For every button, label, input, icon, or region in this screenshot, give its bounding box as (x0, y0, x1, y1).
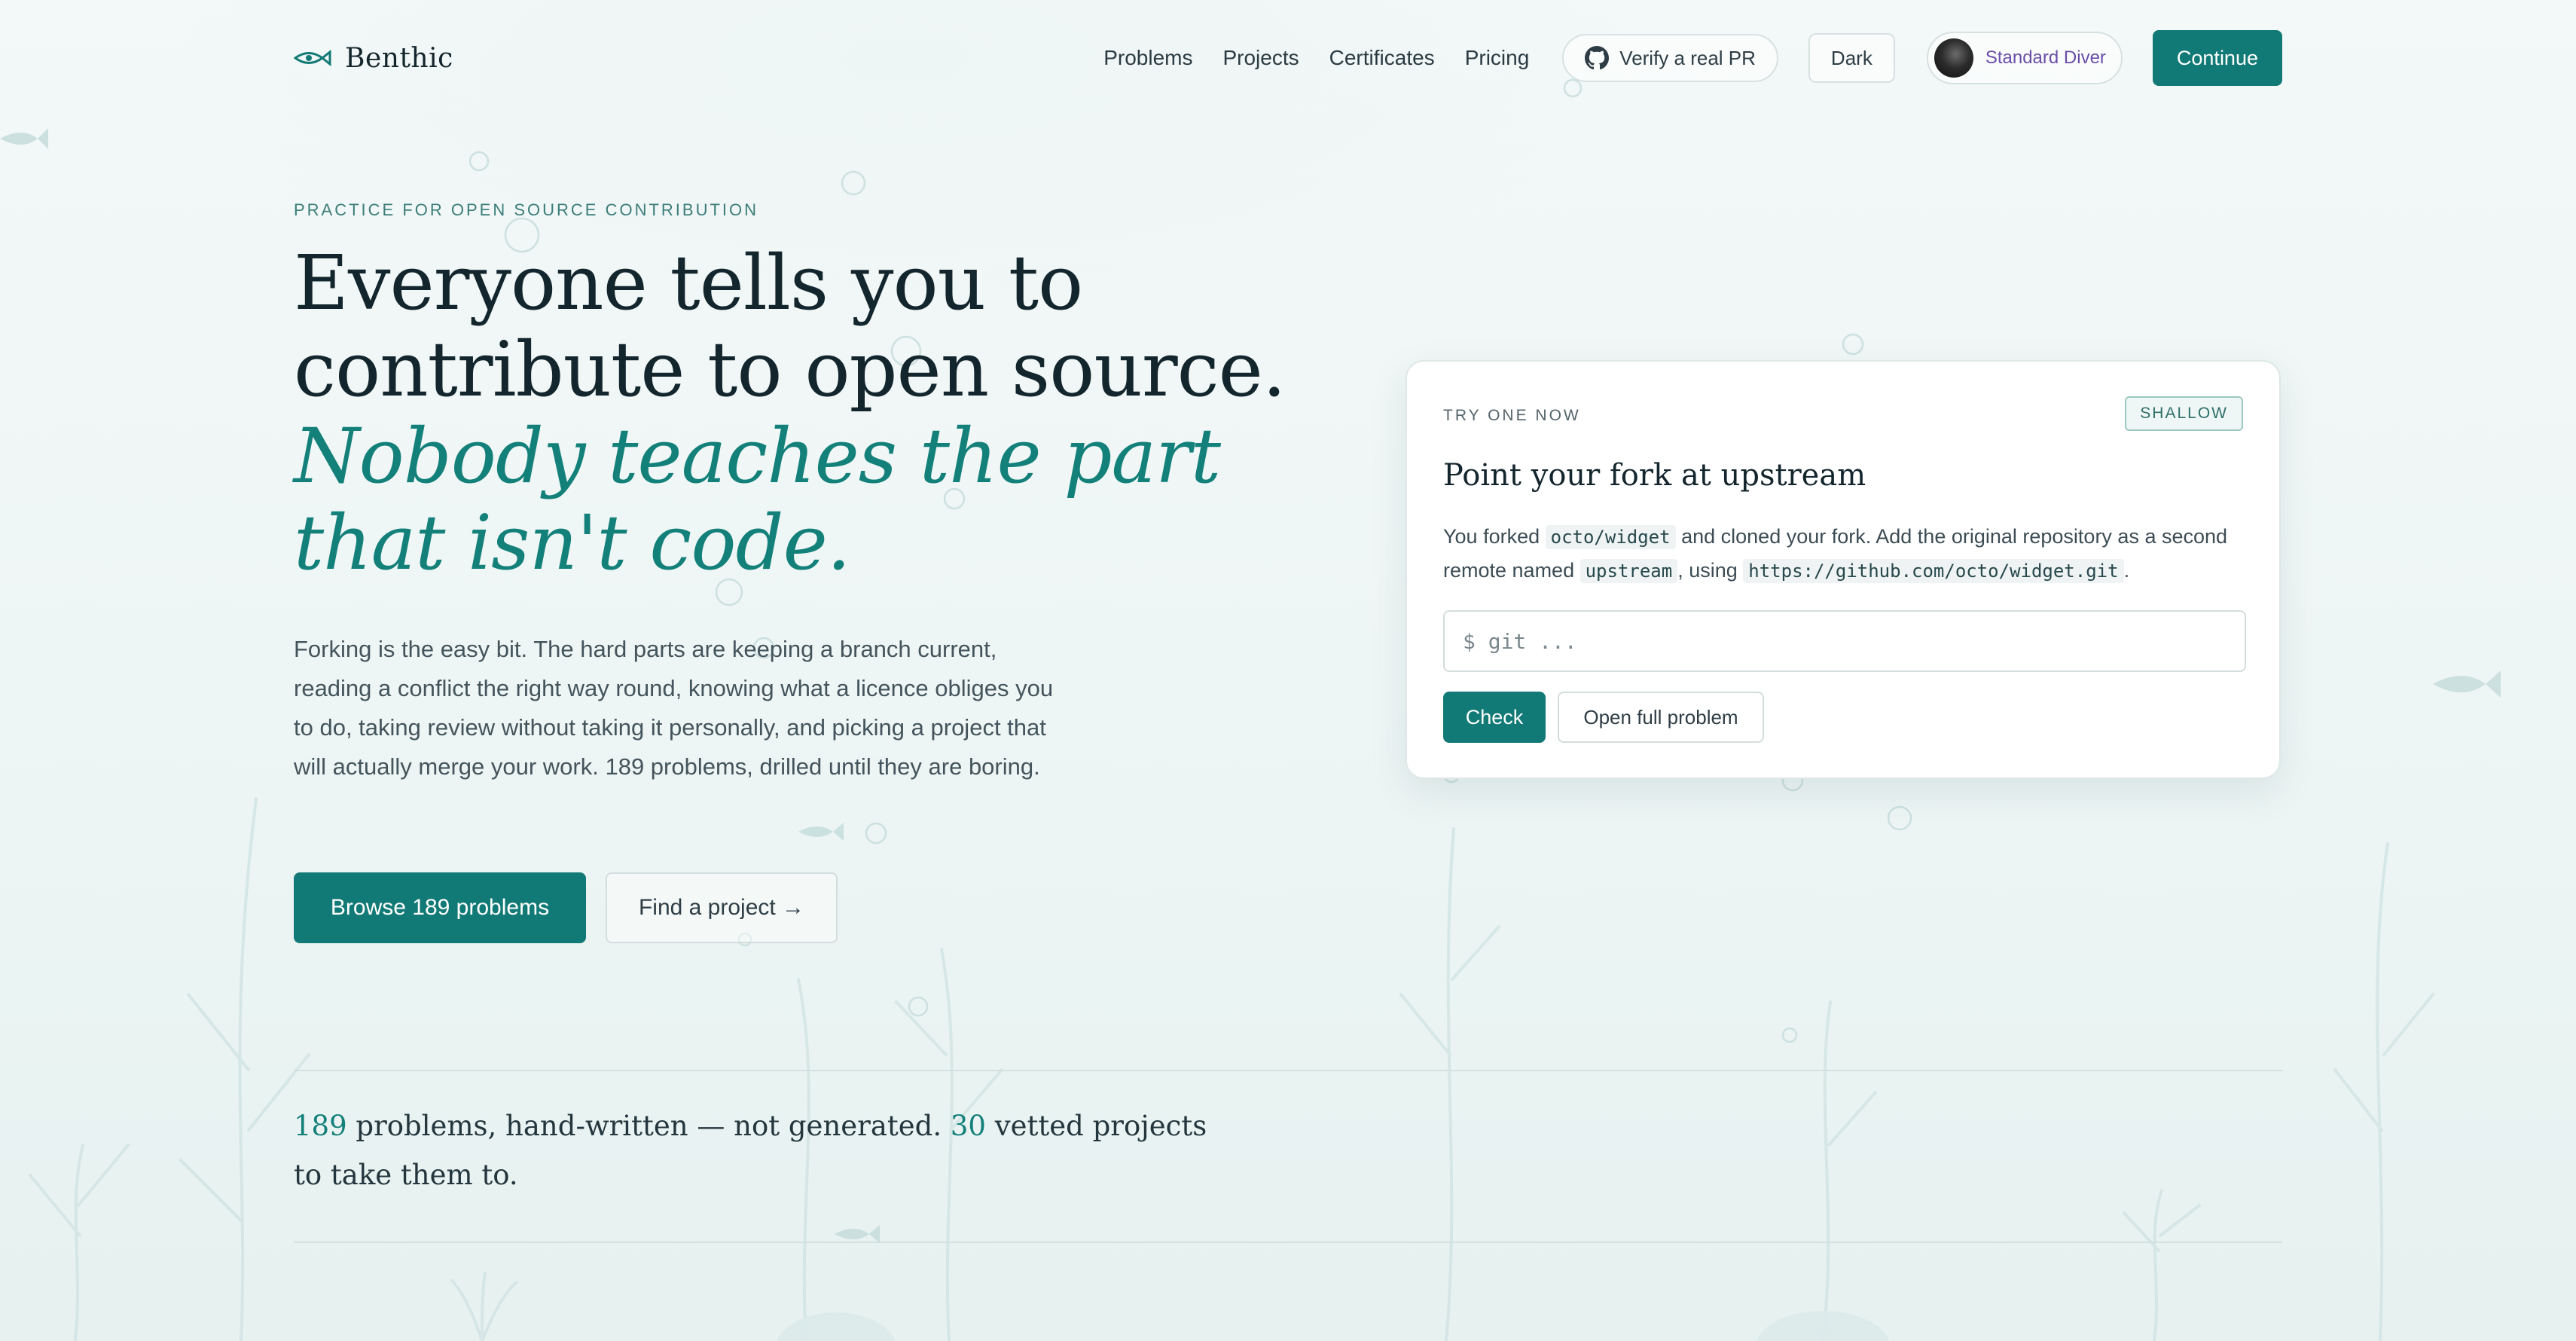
desc-text: , using (1677, 559, 1738, 582)
rock (1756, 1311, 1890, 1341)
user-name: Standard Diver (1985, 47, 2106, 68)
headline-line: Everyone tells you to (294, 239, 1083, 327)
hero-description: Forking is the easy bit. The hard parts … (294, 636, 1054, 780)
bubble (908, 996, 929, 1017)
seaweed (29, 1144, 130, 1341)
browse-problems-button[interactable]: Browse 189 problems (294, 872, 586, 943)
headline-line: contribute to open source. (294, 325, 1286, 414)
stats-text: problems, hand-written — not generated. (346, 1110, 951, 1142)
headline-accent-line: that isn't code. (294, 499, 851, 587)
seaweed (238, 797, 258, 1341)
bubble (469, 151, 490, 172)
check-button[interactable]: Check (1443, 692, 1546, 743)
brand-name: Benthic (345, 42, 453, 74)
seaweed (1399, 827, 1500, 1341)
open-full-problem-button[interactable]: Open full problem (1558, 692, 1764, 743)
difficulty-badge: SHALLOW (2125, 396, 2243, 431)
desc-text: You forked (1443, 525, 1540, 548)
seaweed (179, 993, 310, 1222)
divider (294, 1070, 2282, 1071)
projects-count: 30 (950, 1110, 986, 1142)
nav-actions: Problems Projects Certificates Pricing V… (1103, 29, 2282, 87)
stats-summary: 189 problems, hand-written — not generat… (294, 1101, 1228, 1199)
rock (777, 1312, 896, 1341)
nav-link-certificates[interactable]: Certificates (1329, 46, 1435, 70)
seaweed (450, 1272, 518, 1341)
fish (835, 1225, 880, 1243)
theme-toggle-button[interactable]: Dark (1808, 33, 1895, 83)
bubble (865, 822, 887, 845)
top-nav: Benthic Problems Projects Certificates P… (294, 29, 2282, 87)
problems-count: 189 (294, 1110, 347, 1142)
code-remote: upstream (1579, 559, 1678, 583)
bubble (1887, 805, 1912, 831)
user-menu[interactable]: Standard Diver (1926, 32, 2123, 84)
nav-link-projects[interactable]: Projects (1222, 46, 1299, 70)
desc-text: . (2123, 559, 2130, 582)
verify-pr-label: Verify a real PR (1619, 46, 1756, 69)
bubble (841, 170, 866, 196)
card-eyebrow: TRY ONE NOW (1443, 407, 1581, 424)
command-input[interactable] (1443, 610, 2246, 672)
avatar (1934, 38, 1973, 78)
seaweed (2333, 842, 2434, 1341)
problem-title: Point your fork at upstream (1443, 458, 1866, 493)
problem-description: You forked octo/widget and cloned your f… (1443, 520, 2249, 588)
continue-button[interactable]: Continue (2152, 30, 2282, 86)
bubble (1842, 333, 1864, 356)
code-repo: octo/widget (1545, 525, 1676, 549)
nav-link-problems[interactable]: Problems (1103, 46, 1192, 70)
find-project-button[interactable]: Find a project → (606, 872, 838, 943)
verify-pr-button[interactable]: Verify a real PR (1562, 34, 1778, 82)
github-icon (1585, 46, 1610, 70)
code-url: https://github.com/octo/widget.git (1743, 559, 2124, 583)
divider (294, 1242, 2282, 1243)
fish (0, 128, 48, 149)
hero-headline: Everyone tells you to contribute to open… (294, 240, 1286, 586)
brand-logo[interactable]: Benthic (294, 29, 453, 87)
bubble (1781, 1027, 1798, 1043)
hero-eyebrow: PRACTICE FOR OPEN SOURCE CONTRIBUTION (294, 200, 759, 219)
try-problem-card: TRY ONE NOW SHALLOW Point your fork at u… (1406, 360, 2281, 779)
headline-accent-line: Nobody teaches the part (294, 412, 1221, 500)
seaweed (2123, 1189, 2201, 1341)
nav-link-pricing[interactable]: Pricing (1465, 46, 1530, 70)
fish-eye-icon (294, 49, 331, 67)
seaweed (1821, 1000, 1877, 1341)
fish (798, 823, 844, 841)
fish (2433, 670, 2501, 698)
